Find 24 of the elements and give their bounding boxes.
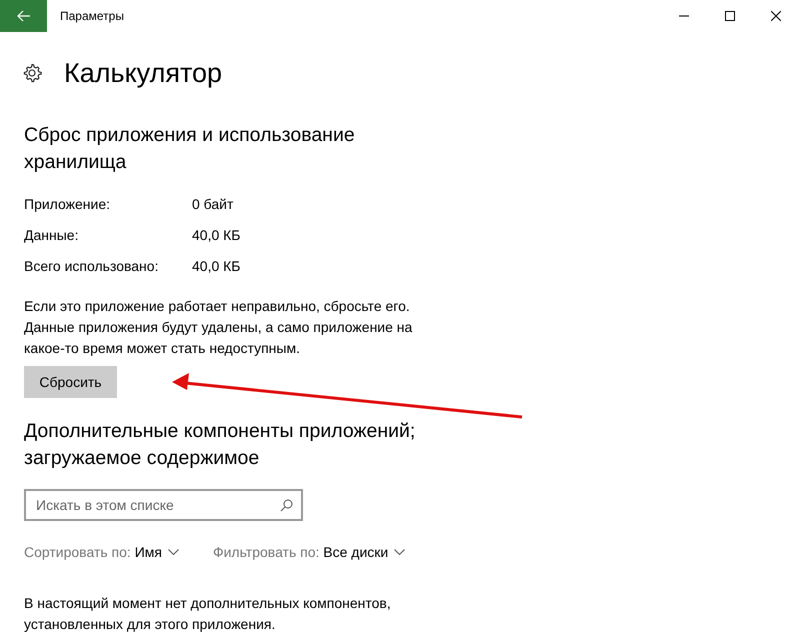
chevron-down-icon bbox=[168, 549, 179, 555]
empty-message: В настоящий момент нет дополнительных компонентов, установленных для этого приложения. bbox=[24, 594, 392, 632]
reset-button[interactable]: Сбросить bbox=[24, 366, 117, 398]
storage-label: Данные: bbox=[24, 226, 80, 245]
settings-icon bbox=[22, 63, 42, 83]
storage-value: 40,0 КБ bbox=[192, 226, 242, 245]
storage-value: 40,0 КБ bbox=[192, 257, 242, 276]
storage-label: Приложение: bbox=[24, 195, 112, 214]
search-icon bbox=[280, 499, 293, 512]
back-button[interactable] bbox=[0, 0, 47, 32]
storage-value: 0 байт bbox=[192, 195, 234, 214]
back-arrow-icon bbox=[16, 10, 30, 22]
close-icon bbox=[771, 11, 781, 21]
search-field[interactable]: Искать в этом списке bbox=[24, 489, 303, 521]
reset-description: Если это приложение работает неправильно, сбросьте его. Данные приложения будут удалены, а само приложение на какое-то время может стать недоступным. bbox=[24, 297, 414, 358]
section-heading: Дополнительные компоненты приложений; загружаемое содержимое bbox=[24, 419, 416, 471]
maximize-icon bbox=[725, 11, 735, 21]
storage-label: Всего использовано: bbox=[24, 257, 160, 276]
section-heading: Сброс приложения и использование хранилища bbox=[24, 123, 356, 175]
chevron-down-icon bbox=[394, 549, 406, 555]
sort-dropdown[interactable]: Сортировать по: Имя bbox=[24, 544, 179, 560]
window-title: Параметры bbox=[60, 9, 125, 23]
filter-dropdown[interactable]: Фильтровать по: Все диски bbox=[212, 544, 406, 560]
page-title: Калькулятор bbox=[64, 58, 222, 88]
